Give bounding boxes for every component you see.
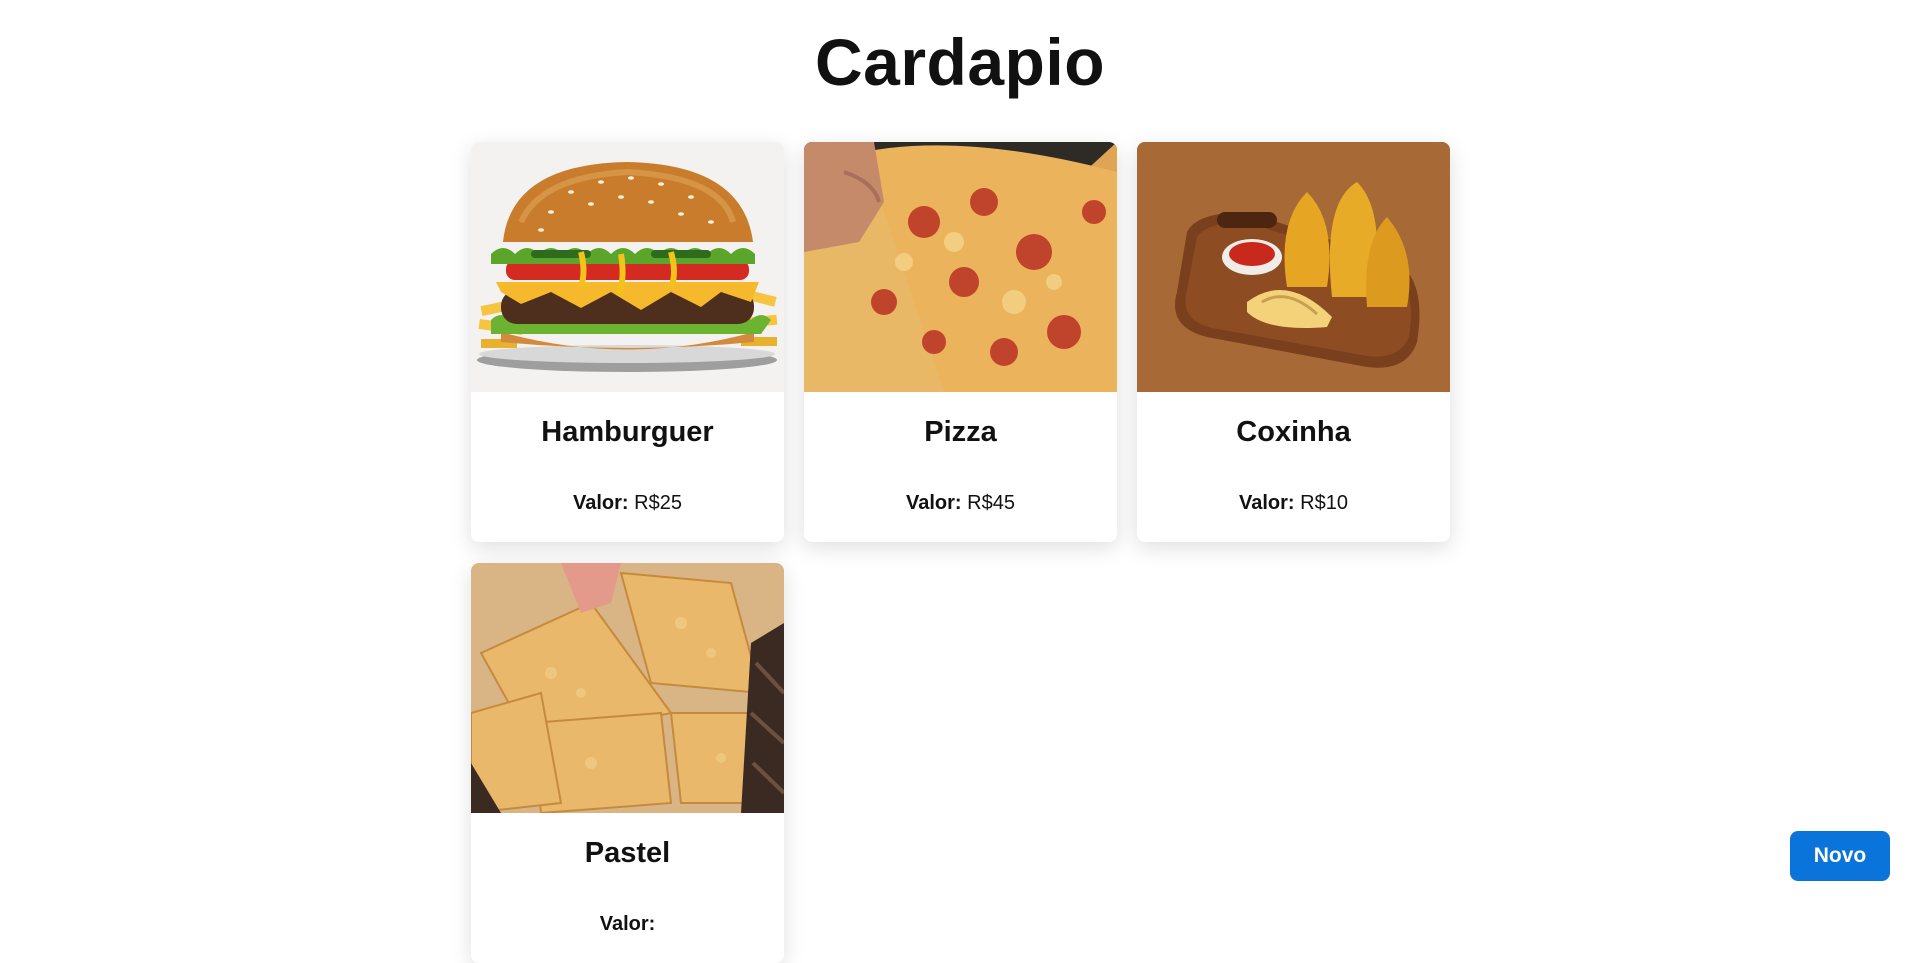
menu-card-coxinha[interactable]: Coxinha Valor: R$10 (1137, 142, 1450, 542)
item-name: Pastel (471, 813, 784, 870)
coxinha-photo (1137, 142, 1450, 392)
price-label: Valor: (906, 492, 962, 514)
price-label: Valor: (1239, 492, 1295, 514)
price-value: R$25 (634, 492, 682, 514)
menu-card-pastel[interactable]: Pastel Valor: (471, 563, 784, 963)
hamburger-photo (471, 142, 784, 392)
item-price: Valor: R$10 (1137, 449, 1450, 515)
item-name: Pizza (804, 392, 1117, 449)
price-label: Valor: (573, 492, 629, 514)
price-label: Valor: (600, 913, 656, 935)
item-price: Valor: R$25 (471, 449, 784, 515)
menu-card-pizza[interactable]: Pizza Valor: R$45 (804, 142, 1117, 542)
pizza-photo (804, 142, 1117, 392)
item-price: Valor: R$45 (804, 449, 1117, 515)
item-name: Hamburguer (471, 392, 784, 449)
price-value: R$45 (967, 492, 1015, 514)
page-title: Cardapio (0, 24, 1920, 100)
menu-card-hamburguer[interactable]: Hamburguer Valor: R$25 (471, 142, 784, 542)
menu-grid: Hamburguer Valor: R$25 (471, 142, 1451, 963)
item-name: Coxinha (1137, 392, 1450, 449)
new-item-button[interactable]: Novo (1790, 831, 1890, 881)
item-price: Valor: (471, 870, 784, 936)
price-value: R$10 (1300, 492, 1348, 514)
pastel-photo (471, 563, 784, 813)
